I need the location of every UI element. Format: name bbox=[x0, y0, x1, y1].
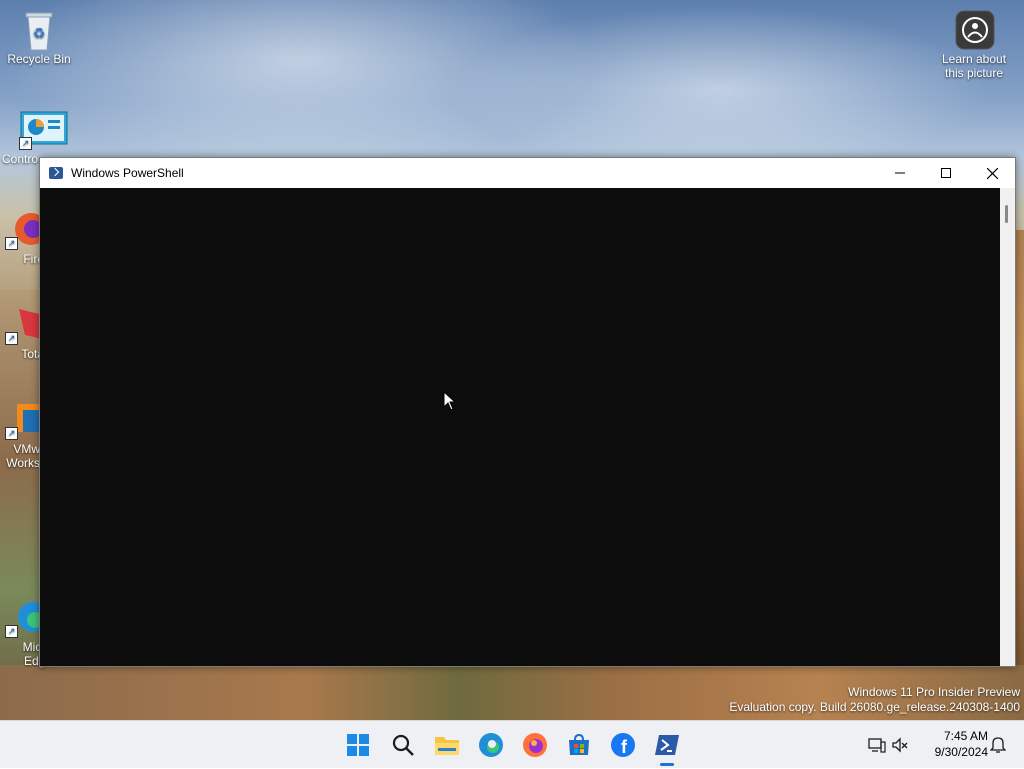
close-icon bbox=[986, 167, 998, 179]
notifications-button[interactable] bbox=[989, 735, 1008, 755]
firefox-icon: ↗ bbox=[5, 210, 47, 250]
file-explorer-button[interactable] bbox=[433, 731, 461, 759]
control-panel-icon: ↗ bbox=[19, 110, 68, 150]
camera-info-icon bbox=[955, 10, 995, 50]
microsoft-store-button[interactable] bbox=[565, 731, 593, 759]
bell-icon bbox=[989, 737, 1007, 753]
firefox-button[interactable] bbox=[521, 731, 549, 759]
shortcut-arrow-icon: ↗ bbox=[5, 427, 18, 440]
file-explorer-icon bbox=[435, 737, 459, 755]
console-area[interactable] bbox=[40, 188, 1000, 666]
desktop-icon-firefox[interactable]: ↗ Fire bbox=[4, 210, 47, 266]
shortcut-arrow-icon: ↗ bbox=[5, 237, 18, 250]
search-button[interactable] bbox=[389, 731, 417, 759]
powershell-taskbar-button[interactable] bbox=[653, 731, 681, 759]
close-button[interactable] bbox=[969, 158, 1015, 188]
watermark-line-edition: Windows 11 Pro Insider Preview bbox=[848, 685, 1020, 699]
vertical-scrollbar[interactable] bbox=[1000, 188, 1015, 666]
start-button[interactable] bbox=[344, 731, 372, 759]
evaluation-watermark: Windows 11 Pro Insider Preview Evaluatio… bbox=[729, 685, 1020, 715]
minimize-button[interactable] bbox=[877, 158, 923, 188]
network-icon bbox=[868, 738, 886, 753]
desktop-icon-total-commander[interactable]: ↗ Tota bbox=[4, 305, 44, 361]
maximize-button[interactable] bbox=[923, 158, 969, 188]
search-icon bbox=[392, 734, 414, 756]
mouse-pointer-icon bbox=[443, 390, 457, 416]
clock-time: 7:45 AM bbox=[943, 729, 988, 743]
window-title: Windows PowerShell bbox=[71, 166, 184, 180]
window-titlebar[interactable]: Windows PowerShell bbox=[40, 158, 1015, 188]
window-controls bbox=[877, 158, 1015, 188]
network-button[interactable] bbox=[866, 734, 888, 756]
desktop-icon-recycle-bin[interactable]: ♻ Recycle Bin bbox=[1, 10, 77, 66]
recycle-bin-icon: ♻ bbox=[20, 10, 58, 51]
clock[interactable]: 7:45 AM 9/30/2024 bbox=[935, 728, 988, 760]
svg-text:f: f bbox=[621, 737, 628, 757]
vmware-workstation-icon: ↗ bbox=[5, 400, 43, 440]
desktop-icon-label: Learn about this picture bbox=[941, 52, 1007, 80]
shortcut-arrow-icon: ↗ bbox=[5, 332, 18, 345]
minimize-icon bbox=[895, 172, 905, 174]
volume-muted-icon bbox=[892, 737, 908, 753]
powershell-icon bbox=[655, 735, 679, 755]
edge-icon: ↗ bbox=[5, 598, 48, 638]
svg-text:♻: ♻ bbox=[33, 26, 46, 42]
desktop-icon-label: Fire bbox=[23, 252, 44, 266]
desktop-icon-label: Recycle Bin bbox=[7, 52, 71, 66]
clock-date: 9/30/2024 bbox=[934, 745, 988, 759]
system-tray bbox=[866, 721, 912, 769]
windows-start-icon bbox=[347, 734, 369, 756]
microsoft-store-icon bbox=[569, 733, 589, 755]
facebook-button[interactable]: f bbox=[609, 731, 637, 759]
desktop-icon-edge[interactable]: ↗ Micro Edge bbox=[4, 598, 52, 668]
firefox-icon bbox=[523, 733, 547, 757]
desktop-icon-label: Tota bbox=[21, 347, 44, 361]
desktop-icon-label: VMw Works bbox=[6, 442, 40, 470]
powershell-window[interactable]: Windows PowerShell bbox=[39, 157, 1016, 667]
shortcut-arrow-icon: ↗ bbox=[5, 625, 18, 638]
volume-button[interactable] bbox=[888, 734, 912, 756]
scrollbar-thumb[interactable] bbox=[1005, 205, 1008, 223]
active-app-indicator bbox=[660, 763, 674, 766]
edge-button[interactable] bbox=[477, 731, 505, 759]
desktop-icon-vmware[interactable]: ↗ VMw Works bbox=[4, 400, 44, 470]
taskbar: f 7:45 AM 9/30/2024 bbox=[0, 720, 1024, 768]
powershell-icon bbox=[49, 167, 63, 179]
total-commander-icon: ↗ bbox=[5, 305, 43, 345]
edge-icon bbox=[479, 733, 503, 757]
maximize-icon bbox=[941, 168, 951, 178]
facebook-icon: f bbox=[611, 733, 635, 757]
desktop-icon-learn-about-picture[interactable]: Learn about this picture bbox=[936, 10, 1012, 80]
shortcut-arrow-icon: ↗ bbox=[19, 137, 32, 150]
watermark-line-build: Evaluation copy. Build 26080.ge_release.… bbox=[729, 700, 1020, 714]
